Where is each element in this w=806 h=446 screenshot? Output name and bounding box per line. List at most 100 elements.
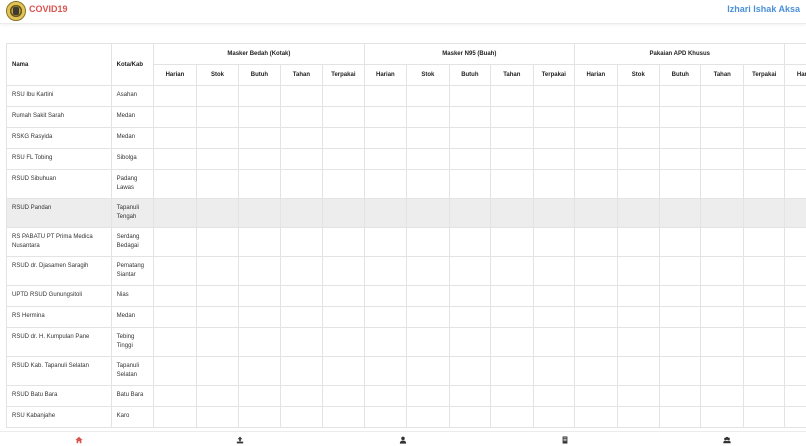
cell-value[interactable] [784,406,806,428]
cell-value[interactable] [784,385,806,407]
cell-value[interactable] [322,198,365,228]
cell-value[interactable] [238,85,281,107]
cell-value[interactable] [742,106,786,128]
cell-value[interactable] [659,285,702,307]
cell-value[interactable] [532,148,576,170]
cell-value[interactable] [742,198,786,228]
cell-value[interactable] [406,406,450,428]
cell-value[interactable] [448,306,492,328]
cell-value[interactable] [700,106,744,128]
cell-value[interactable] [659,327,702,357]
cell-value[interactable] [363,169,408,199]
cell-value[interactable] [742,227,786,257]
cell-value[interactable] [153,406,197,428]
cell-value[interactable] [238,356,281,386]
cell-value[interactable] [784,306,806,328]
table-row[interactable]: RSKG Rasyida Medan [6,127,806,149]
cell-value[interactable] [700,306,744,328]
table-row[interactable]: RSU Kabanjahe Karo [6,406,806,428]
cell-value[interactable] [279,85,324,107]
cell-value[interactable] [659,356,702,386]
cell-value[interactable] [279,385,324,407]
cell-value[interactable] [279,406,324,428]
cell-value[interactable] [153,256,197,286]
cell-value[interactable] [448,285,492,307]
cell-value[interactable] [448,169,492,199]
cell-value[interactable] [574,198,618,228]
cell-value[interactable] [490,85,534,107]
cell-value[interactable] [406,306,450,328]
cell-value[interactable] [195,256,240,286]
cell-value[interactable] [153,285,197,307]
cell-value[interactable] [532,169,576,199]
cell-value[interactable] [195,148,240,170]
table-row[interactable]: RS PABATU PT Prima Medica Nusantara Serda… [6,227,806,257]
cell-value[interactable] [700,256,744,286]
cell-value[interactable] [616,385,661,407]
cell-value[interactable] [532,256,576,286]
cell-value[interactable] [322,306,365,328]
cell-value[interactable] [616,169,661,199]
cell-value[interactable] [574,256,618,286]
cell-value[interactable] [363,285,408,307]
cell-value[interactable] [784,85,806,107]
cell-value[interactable] [406,85,450,107]
cell-value[interactable] [659,198,702,228]
cell-value[interactable] [279,227,324,257]
cell-value[interactable] [153,327,197,357]
cell-value[interactable] [322,385,365,407]
cell-value[interactable] [490,148,534,170]
cell-value[interactable] [195,327,240,357]
cell-value[interactable] [742,148,786,170]
cell-value[interactable] [406,169,450,199]
cell-value[interactable] [616,285,661,307]
cell-value[interactable] [363,85,408,107]
cell-value[interactable] [574,306,618,328]
cell-value[interactable] [195,306,240,328]
cell-value[interactable] [616,85,661,107]
table-row[interactable]: RSU FL Tobing Sibolga [6,148,806,170]
cell-value[interactable] [406,106,450,128]
nav-profile[interactable] [398,435,408,445]
cell-value[interactable] [322,285,365,307]
cell-value[interactable] [448,148,492,170]
table-row[interactable]: RSUD dr. Djasamen Saragih Pematang Sianta… [6,256,806,286]
cell-value[interactable] [490,406,534,428]
cell-value[interactable] [490,169,534,199]
cell-value[interactable] [532,356,576,386]
nav-home[interactable] [74,435,84,445]
table-row[interactable]: RSUD dr. H. Kumpulan Pane Tebing Tinggi [6,327,806,357]
cell-value[interactable] [574,169,618,199]
cell-value[interactable] [784,356,806,386]
cell-value[interactable] [700,356,744,386]
cell-value[interactable] [784,106,806,128]
cell-value[interactable] [574,127,618,149]
cell-value[interactable] [363,127,408,149]
table-row[interactable]: RSUD Batu Bara Batu Bara [6,385,806,407]
cell-value[interactable] [238,106,281,128]
cell-value[interactable] [279,127,324,149]
app-logo[interactable] [6,1,26,21]
cell-value[interactable] [279,356,324,386]
nav-upload[interactable] [235,435,245,445]
cell-value[interactable] [195,285,240,307]
cell-value[interactable] [238,127,281,149]
cell-value[interactable] [322,356,365,386]
cell-value[interactable] [322,327,365,357]
cell-value[interactable] [153,227,197,257]
cell-value[interactable] [616,406,661,428]
cell-value[interactable] [448,227,492,257]
cell-value[interactable] [363,385,408,407]
cell-value[interactable] [659,306,702,328]
cell-value[interactable] [532,285,576,307]
cell-value[interactable] [279,106,324,128]
cell-value[interactable] [659,127,702,149]
cell-value[interactable] [532,385,576,407]
cell-value[interactable] [448,406,492,428]
cell-value[interactable] [659,406,702,428]
cell-value[interactable] [406,285,450,307]
cell-value[interactable] [238,256,281,286]
cell-value[interactable] [195,169,240,199]
cell-value[interactable] [322,406,365,428]
cell-value[interactable] [659,148,702,170]
